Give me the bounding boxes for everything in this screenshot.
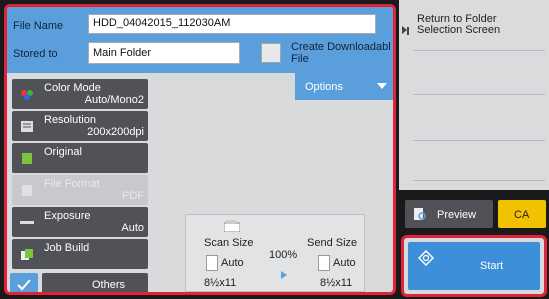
list-divider xyxy=(413,180,545,181)
list-divider xyxy=(413,140,545,141)
resolution-title: Resolution xyxy=(44,114,96,126)
options-button[interactable]: Options xyxy=(295,73,393,100)
file-name-field[interactable]: HDD_04042015_112030AM xyxy=(88,14,376,34)
original-title: Original xyxy=(44,146,82,158)
original-icon xyxy=(22,153,32,164)
file-format-title: File Format xyxy=(44,178,100,190)
clear-all-button[interactable]: CA xyxy=(498,200,546,228)
chevron-down-icon xyxy=(377,83,387,89)
arrow-right-icon xyxy=(281,271,287,279)
stored-to-label: Stored to xyxy=(13,48,58,60)
start-icon xyxy=(418,250,434,266)
file-settings-area: File Name HDD_04042015_112030AM Stored t… xyxy=(7,7,393,73)
start-button-frame: Start xyxy=(401,235,547,297)
list-divider xyxy=(413,50,545,51)
create-downloadable-label-1: Create Downloadabl xyxy=(291,42,391,53)
send-size-value: Auto xyxy=(333,257,356,269)
file-name-label: File Name xyxy=(13,20,64,32)
send-size-label: Send Size xyxy=(307,237,358,249)
exposure-value: Auto xyxy=(121,222,144,234)
main-panel: File Name HDD_04042015_112030AM Stored t… xyxy=(4,4,396,295)
exposure-button[interactable]: Exposure Auto xyxy=(12,207,148,237)
file-format-icon xyxy=(22,185,32,196)
resolution-button[interactable]: Resolution 200x200dpi xyxy=(12,111,148,141)
resolution-value: 200x200dpi xyxy=(87,126,144,138)
send-paper-size: 8½x11 xyxy=(320,277,353,289)
return-to-folder-button[interactable]: Return to Folder Selection Screen xyxy=(399,0,549,44)
scan-paper-size: 8½x11 xyxy=(204,277,237,289)
file-format-button: File Format PDF xyxy=(12,175,148,205)
color-mode-title: Color Mode xyxy=(44,82,101,94)
preview-icon xyxy=(414,208,426,220)
favorite-check-button[interactable] xyxy=(10,273,38,292)
options-label: Options xyxy=(305,81,343,93)
ca-label: CA xyxy=(514,209,530,221)
scan-size-label: Scan Size xyxy=(204,237,254,249)
return-line-2: Selection Screen xyxy=(417,24,501,36)
others-label: Others xyxy=(92,279,126,291)
scanner-icon xyxy=(224,220,240,232)
ratio-value: 100% xyxy=(269,249,298,261)
stored-to-field[interactable]: Main Folder xyxy=(88,42,240,64)
color-mode-value: Auto/Mono2 xyxy=(84,94,144,106)
scan-size-value: Auto xyxy=(221,257,244,269)
scan-info-box: Scan Size Auto 8½x11 100% Send Size Auto… xyxy=(185,214,365,292)
right-panel: Return to Folder Selection Screen xyxy=(399,0,549,190)
check-icon xyxy=(17,279,31,291)
exposure-title: Exposure xyxy=(44,210,91,222)
list-divider xyxy=(413,94,545,95)
create-downloadable-checkbox[interactable] xyxy=(261,43,281,63)
create-downloadable-label-2: File xyxy=(291,54,309,65)
color-mode-button[interactable]: Color Mode Auto/Mono2 xyxy=(12,79,148,109)
job-build-button[interactable]: Job Build xyxy=(12,239,148,269)
others-button[interactable]: Others xyxy=(10,273,148,292)
file-format-value: PDF xyxy=(122,190,144,202)
job-build-title: Job Build xyxy=(44,242,90,254)
preview-button[interactable]: Preview xyxy=(405,200,493,228)
preview-label: Preview xyxy=(437,209,477,221)
start-label: Start xyxy=(480,260,504,272)
job-build-icon xyxy=(21,249,33,260)
resolution-icon xyxy=(21,121,33,132)
color-mode-icon xyxy=(21,90,33,100)
exposure-icon xyxy=(20,221,34,224)
scan-page-icon xyxy=(206,255,218,271)
send-page-icon xyxy=(318,255,330,271)
start-button[interactable]: Start xyxy=(408,242,540,290)
original-button[interactable]: Original xyxy=(12,143,148,173)
